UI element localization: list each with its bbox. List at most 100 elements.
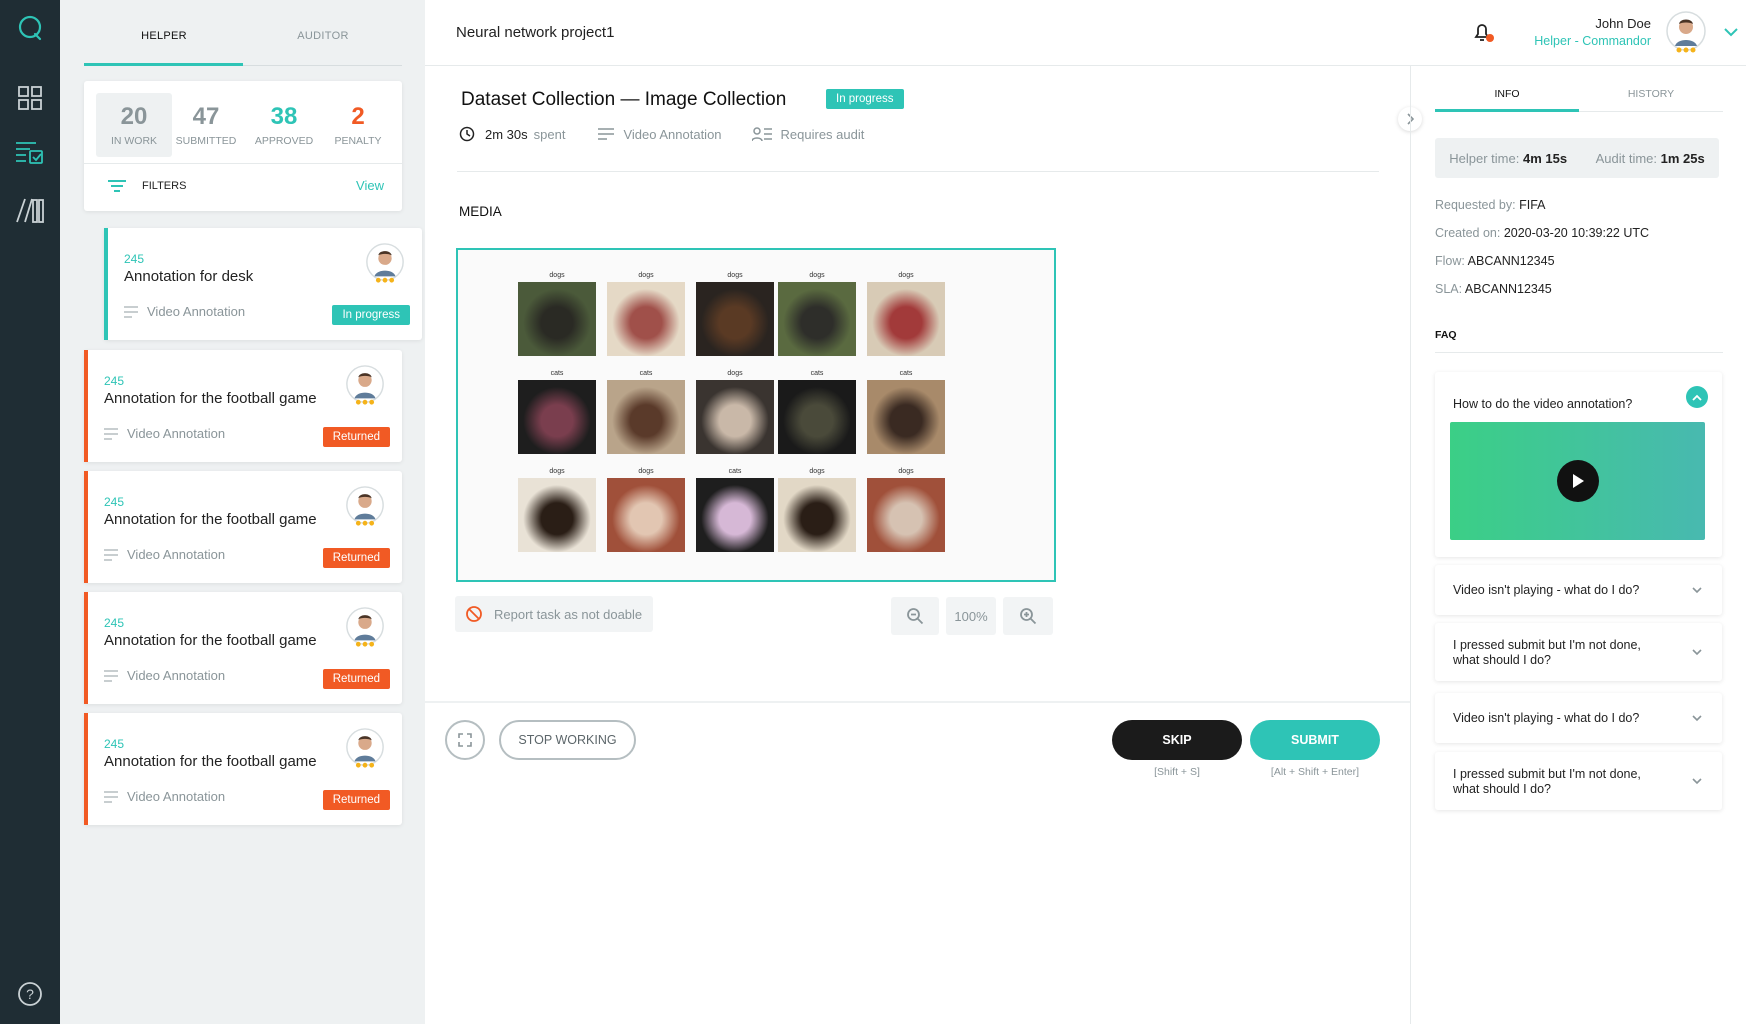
sla: SLA: ABCANN12345 xyxy=(1435,282,1552,296)
chevron-down-icon[interactable] xyxy=(1686,579,1708,601)
media-thumbnail[interactable]: cats xyxy=(867,370,945,454)
task-card[interactable]: 245 Annotation for the football game Vid… xyxy=(84,592,402,704)
faq-item[interactable]: I pressed submit but I'm not done, what … xyxy=(1435,752,1722,810)
media-thumbnail[interactable]: dogs xyxy=(696,272,774,356)
fullscreen-button[interactable] xyxy=(445,720,485,760)
flow: Flow: ABCANN12345 xyxy=(1435,254,1555,268)
chevron-down-icon[interactable] xyxy=(1724,24,1738,42)
thumbnail-caption: dogs xyxy=(809,272,825,279)
media-thumbnail[interactable]: cats xyxy=(696,468,774,552)
media-thumbnail[interactable]: dogs xyxy=(696,370,774,454)
help-icon[interactable]: ? xyxy=(12,976,48,1012)
dashboard-icon[interactable] xyxy=(12,80,48,116)
list-icon xyxy=(124,305,138,318)
time-value: 2m 30s xyxy=(485,126,528,142)
chevron-down-icon[interactable] xyxy=(1686,707,1708,729)
task-card[interactable]: 245 Annotation for the football game Vid… xyxy=(84,713,402,825)
tab-history[interactable]: HISTORY xyxy=(1579,88,1723,100)
project-title: Neural network project1 xyxy=(456,24,615,41)
stop-working-button[interactable]: STOP WORKING xyxy=(499,720,636,760)
list-icon xyxy=(104,790,118,803)
skip-shortcut: [Shift + S] xyxy=(1154,766,1200,778)
chevron-up-icon[interactable] xyxy=(1686,386,1708,408)
stat-label: IN WORK xyxy=(110,135,158,147)
media-thumbnail[interactable]: dogs xyxy=(607,468,685,552)
media-thumbnail[interactable]: cats xyxy=(607,370,685,454)
media-thumbnail[interactable]: cats xyxy=(518,370,596,454)
task-type: Video Annotation xyxy=(623,126,722,142)
active-tab-indicator xyxy=(1435,109,1579,112)
media-thumbnail[interactable]: dogs xyxy=(778,272,856,356)
thumbnail-caption: cats xyxy=(810,370,824,377)
video-player[interactable] xyxy=(1450,422,1705,540)
zoom-out-button[interactable] xyxy=(891,597,939,635)
faq-item-expanded[interactable]: How to do the video annotation? xyxy=(1435,372,1722,557)
audit-requirement: Requires audit xyxy=(780,126,865,142)
chevron-down-icon[interactable] xyxy=(1686,770,1708,792)
stat-approved[interactable]: 38 APPROVED xyxy=(246,93,322,157)
audit-icon xyxy=(751,127,772,142)
thumbnail-caption: dogs xyxy=(727,272,743,279)
tab-helper[interactable]: HELPER xyxy=(84,30,244,42)
task-status-bar xyxy=(84,592,88,704)
status-badge: Returned xyxy=(322,669,390,689)
task-card[interactable]: 245 Annotation for the football game Vid… xyxy=(84,471,402,583)
role-tabs: HELPER AUDITOR xyxy=(84,0,402,66)
media-thumbnail[interactable]: dogs xyxy=(867,468,945,552)
fullscreen-icon xyxy=(458,733,472,747)
view-link[interactable]: View xyxy=(356,178,384,193)
media-thumbnail[interactable]: dogs xyxy=(778,468,856,552)
thumbnail-caption: cats xyxy=(639,370,653,377)
zoom-in-button[interactable] xyxy=(1003,597,1053,635)
media-thumbnail[interactable]: dogs xyxy=(518,468,596,552)
faq-question: I pressed submit but I'm not done, what … xyxy=(1453,767,1641,796)
stat-submitted[interactable]: 47 SUBMITTED xyxy=(168,93,244,157)
faq-item[interactable]: I pressed submit but I'm not done, what … xyxy=(1435,623,1722,681)
bell-icon[interactable] xyxy=(1471,20,1495,49)
media-thumbnail[interactable]: dogs xyxy=(867,272,945,356)
faq-item[interactable]: Video isn't playing - what do I do? xyxy=(1435,693,1722,743)
stat-value: 38 xyxy=(270,103,298,130)
task-meta: 2m 30s spent Video Annotation Requires a… xyxy=(459,126,864,142)
skip-button[interactable]: SKIP xyxy=(1112,720,1242,760)
media-thumbnail[interactable]: dogs xyxy=(607,272,685,356)
task-card[interactable]: 245 Annotation for the football game Vid… xyxy=(84,350,402,462)
media-thumbnail[interactable]: cats xyxy=(778,370,856,454)
chat-logo-icon[interactable] xyxy=(12,10,48,46)
task-type-label: Video Annotation xyxy=(127,668,226,683)
play-icon[interactable] xyxy=(1556,460,1599,502)
filter-icon[interactable] xyxy=(108,179,126,198)
thumbnail-caption: dogs xyxy=(809,468,825,475)
thumbnail-caption: dogs xyxy=(898,468,914,475)
media-thumbnail[interactable]: dogs xyxy=(518,272,596,356)
chevron-down-icon[interactable] xyxy=(1686,641,1708,663)
report-button[interactable]: Report task as not doable xyxy=(455,596,653,632)
stat-penalty[interactable]: 2 PENALTY xyxy=(320,93,396,157)
filters-label[interactable]: FILTERS xyxy=(142,180,186,192)
faq-divider xyxy=(1435,352,1723,353)
library-icon[interactable] xyxy=(12,192,48,228)
task-status-bar xyxy=(104,228,108,340)
task-card[interactable]: 245 Annotation for desk Video Annotation… xyxy=(104,228,422,340)
faq-question: I pressed submit but I'm not done, what … xyxy=(1453,638,1641,667)
submit-button[interactable]: SUBMIT xyxy=(1250,720,1380,760)
tasks-checklist-icon[interactable] xyxy=(12,134,48,170)
zoom-level: 100% xyxy=(946,597,996,635)
thumbnail-caption: cats xyxy=(728,468,742,475)
user-avatar[interactable] xyxy=(1664,10,1708,54)
thumbnail-caption: dogs xyxy=(638,468,654,475)
task-status-bar xyxy=(84,350,88,462)
stat-in-work[interactable]: 20 IN WORK xyxy=(96,93,172,157)
time-suffix: spent xyxy=(533,126,566,142)
faq-item[interactable]: Video isn't playing - what do I do? xyxy=(1435,565,1722,615)
tab-info[interactable]: INFO xyxy=(1435,88,1579,100)
svg-text:?: ? xyxy=(26,986,34,1002)
task-type: Video Annotation xyxy=(104,789,225,804)
list-icon xyxy=(104,548,118,561)
top-bar: Neural network project1 John Doe Helper … xyxy=(425,0,1746,66)
avatar xyxy=(344,485,386,527)
sidebar-rail: ? xyxy=(0,0,60,1024)
tab-auditor[interactable]: AUDITOR xyxy=(244,30,402,42)
thumbnail-caption: cats xyxy=(899,370,913,377)
media-image-grid[interactable]: dogs dogs dogs dogs dogs cats cats dogs cats cats… xyxy=(456,248,1056,582)
